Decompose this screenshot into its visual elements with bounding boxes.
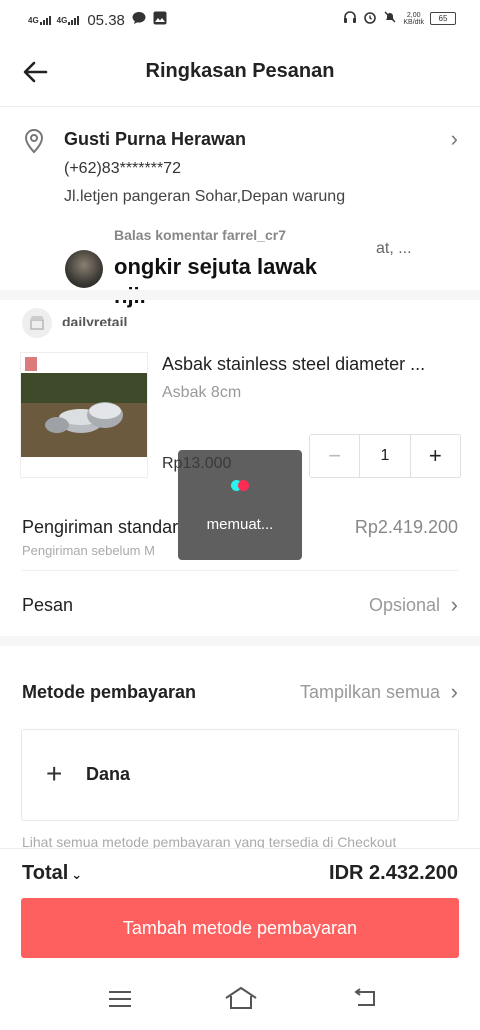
address-suffix: at, ... bbox=[376, 240, 412, 257]
loading-spinner-icon bbox=[178, 480, 302, 496]
section-divider bbox=[0, 636, 480, 646]
chevron-down-icon: ⌄ bbox=[71, 867, 83, 882]
add-payment-method-button[interactable]: Tambah metode pembayaran bbox=[21, 898, 459, 958]
message-input[interactable]: Opsional bbox=[369, 595, 440, 616]
address-chevron-right-icon[interactable]: › bbox=[451, 126, 458, 152]
sim2-signal-icon: 4G bbox=[57, 15, 80, 25]
recipient-phone: (+62)83*******72 bbox=[64, 160, 181, 177]
payment-note: Lihat semua metode pembayaran yang terse… bbox=[22, 834, 397, 848]
comment-reply-to: Balas komentar farrel_cr7 bbox=[114, 227, 286, 243]
increase-button[interactable]: + bbox=[411, 435, 460, 477]
loading-toast: memuat... bbox=[178, 450, 302, 560]
alarm-icon bbox=[363, 10, 377, 27]
store-name[interactable]: dailyretail bbox=[62, 314, 127, 326]
section-divider bbox=[0, 290, 480, 300]
net-speed: 2,00 KB/dtk bbox=[403, 11, 424, 26]
quantity-stepper: − 1 + bbox=[309, 434, 461, 478]
gallery-icon bbox=[153, 11, 167, 29]
total-label[interactable]: Total ⌄ bbox=[22, 862, 82, 885]
shipping-label[interactable]: Pengiriman standar bbox=[22, 517, 178, 538]
home-icon[interactable] bbox=[224, 986, 258, 1015]
payment-option-label: Dana bbox=[86, 764, 131, 784]
comment-text: ongkir sejuta lawak njir bbox=[114, 254, 317, 308]
shipping-sub: Pengiriman sebelum M bbox=[22, 543, 155, 558]
message-label: Pesan bbox=[22, 595, 74, 615]
payment-chevron-right-icon[interactable]: › bbox=[451, 679, 458, 705]
sim1-signal-icon: 4G bbox=[28, 15, 51, 25]
headset-icon bbox=[343, 10, 357, 27]
clock: 05.38 bbox=[87, 11, 125, 29]
page-title: Ringkasan Pesanan bbox=[145, 60, 335, 82]
payment-option-dana[interactable]: + Dana bbox=[21, 729, 459, 821]
show-all-payments-link[interactable]: Tampilkan semua bbox=[300, 682, 440, 703]
quantity-value[interactable]: 1 bbox=[360, 435, 411, 477]
location-pin-icon bbox=[22, 128, 46, 154]
total-value: IDR 2.432.200 bbox=[329, 862, 458, 884]
back-nav-icon[interactable] bbox=[352, 988, 378, 1013]
shipping-price: Rp2.419.200 bbox=[354, 517, 458, 537]
product-variant: Asbak 8cm bbox=[162, 384, 242, 401]
recipient-street: Jl.letjen pangeran Sohar,Depan warung bbox=[64, 188, 346, 205]
comment-avatar bbox=[65, 250, 103, 288]
status-bar: 4G 4G 05.38 2,00 KB/dtk 65 bbox=[0, 0, 480, 38]
system-nav-bar bbox=[0, 968, 480, 1030]
loading-text: memuat... bbox=[206, 516, 274, 533]
battery-icon: 65 bbox=[430, 12, 456, 25]
message-chevron-right-icon[interactable]: › bbox=[451, 592, 458, 618]
menu-icon[interactable] bbox=[108, 990, 132, 1013]
product-image[interactable] bbox=[20, 352, 148, 478]
store-icon bbox=[22, 308, 52, 338]
decrease-button[interactable]: − bbox=[310, 435, 361, 477]
plus-icon: + bbox=[46, 758, 63, 789]
chat-icon bbox=[131, 10, 147, 30]
payment-method-label: Metode pembayaran bbox=[22, 682, 197, 702]
mute-icon bbox=[383, 10, 397, 27]
product-title[interactable]: Asbak stainless steel diameter ... bbox=[162, 354, 425, 375]
recipient-name: Gusti Purna Herawan bbox=[64, 129, 247, 149]
divider bbox=[22, 570, 458, 571]
app-header: Ringkasan Pesanan bbox=[0, 38, 480, 107]
